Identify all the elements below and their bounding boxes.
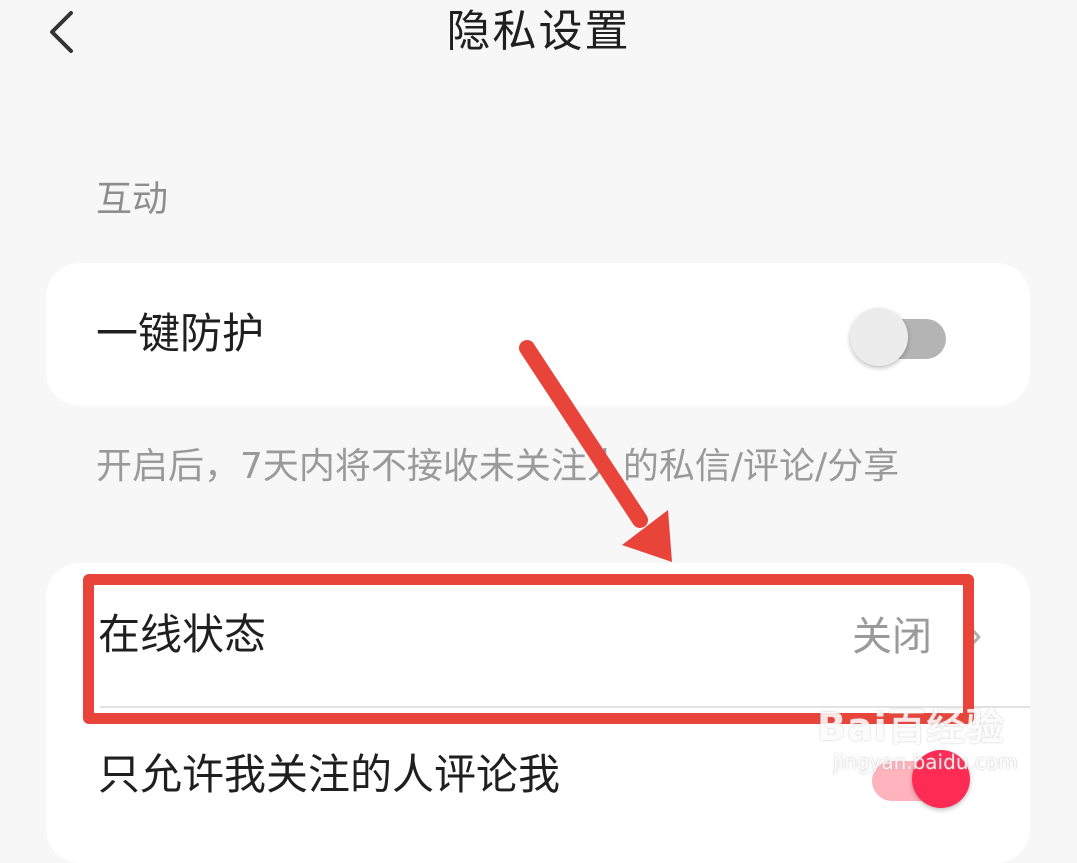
- online-status-label: 在线状态: [98, 610, 267, 659]
- online-status-value: 关闭: [852, 614, 932, 660]
- settings-list-card: 在线状态 关闭 只允许我关注的人评论我: [46, 563, 1030, 863]
- section-title: 互动: [96, 179, 169, 220]
- comment-permission-toggle[interactable]: [872, 747, 970, 808]
- comment-permission-row: 只允许我关注的人评论我: [46, 709, 1030, 829]
- chevron-right-icon: [963, 620, 981, 654]
- divider: [100, 706, 1030, 708]
- one-key-protect-toggle[interactable]: [850, 305, 946, 366]
- page-title: 隐私设置: [446, 6, 631, 57]
- one-key-protect-card: 一键防护: [46, 263, 1030, 406]
- comment-permission-label: 只允许我关注的人评论我: [98, 750, 561, 799]
- toggle-knob: [850, 308, 908, 366]
- one-key-protect-label: 一键防护: [96, 309, 265, 358]
- toggle-knob: [912, 750, 970, 808]
- one-key-protect-description: 开启后，7天内将不接收未关注人的私信/评论/分享: [96, 446, 900, 487]
- online-status-row[interactable]: 在线状态 关闭: [46, 563, 1030, 709]
- top-bar: 隐私设置: [0, 0, 1077, 72]
